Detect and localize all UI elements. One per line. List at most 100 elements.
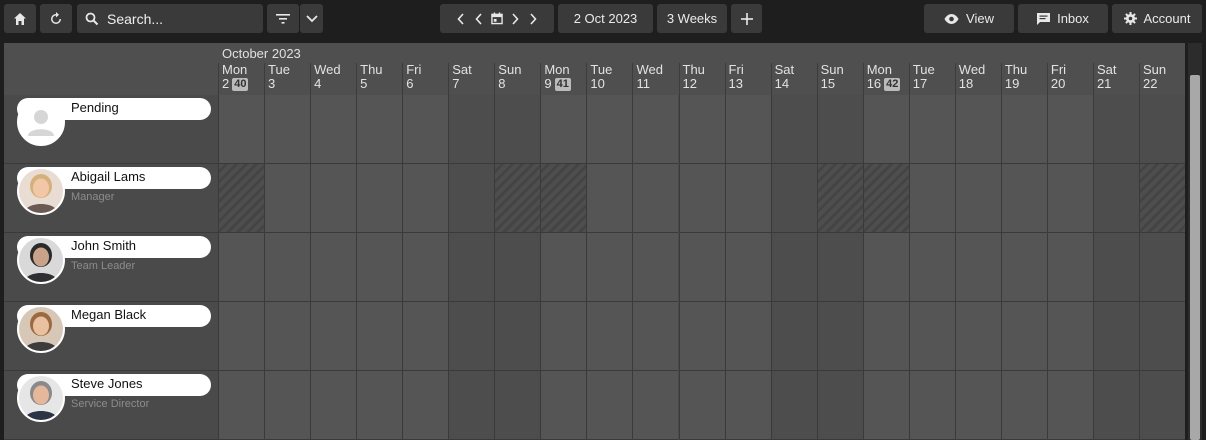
schedule-cell[interactable] [724, 164, 771, 233]
schedule-cell[interactable] [218, 302, 265, 371]
schedule-cell[interactable] [1092, 233, 1139, 302]
schedule-cell[interactable] [1139, 95, 1185, 164]
schedule-cell[interactable] [402, 371, 449, 440]
prev-range-button[interactable] [455, 12, 467, 26]
current-date-button[interactable]: 2 Oct 2023 [558, 4, 653, 33]
schedule-cell[interactable] [678, 371, 725, 440]
schedule-cell[interactable] [402, 302, 449, 371]
schedule-cell[interactable] [494, 95, 541, 164]
schedule-cell[interactable] [1092, 164, 1139, 233]
schedule-cell[interactable] [310, 95, 357, 164]
schedule-cell[interactable] [678, 233, 725, 302]
schedule-cell[interactable] [218, 95, 265, 164]
schedule-cell[interactable] [356, 371, 403, 440]
next-range-button[interactable] [527, 12, 539, 26]
schedule-cell[interactable] [586, 164, 633, 233]
schedule-cell[interactable] [862, 371, 909, 440]
schedule-cell[interactable] [862, 302, 909, 371]
schedule-cell[interactable] [724, 95, 771, 164]
filter-button[interactable] [267, 4, 299, 33]
account-button[interactable]: Account [1112, 4, 1202, 33]
schedule-cell[interactable] [1046, 95, 1093, 164]
schedule-cell[interactable] [1092, 371, 1139, 440]
schedule-cell[interactable] [1046, 164, 1093, 233]
schedule-cell[interactable] [218, 371, 265, 440]
avatar[interactable] [17, 236, 65, 284]
schedule-cell[interactable] [310, 371, 357, 440]
schedule-cell[interactable] [356, 302, 403, 371]
schedule-cell[interactable] [448, 302, 495, 371]
schedule-cell[interactable] [1000, 164, 1047, 233]
schedule-cell[interactable] [586, 233, 633, 302]
schedule-cell[interactable] [540, 302, 587, 371]
schedule-cell[interactable] [678, 164, 725, 233]
filter-dropdown-button[interactable] [300, 4, 323, 33]
range-button[interactable]: 3 Weeks [657, 4, 727, 33]
schedule-cell[interactable] [908, 371, 955, 440]
schedule-cell[interactable] [540, 95, 587, 164]
schedule-cell[interactable] [310, 164, 357, 233]
schedule-cell[interactable] [448, 95, 495, 164]
schedule-cell[interactable] [954, 233, 1001, 302]
schedule-cell[interactable] [448, 233, 495, 302]
schedule-cell[interactable] [1000, 371, 1047, 440]
unavailable-cell[interactable] [540, 164, 587, 233]
schedule-cell[interactable] [540, 233, 587, 302]
schedule-cell[interactable] [632, 302, 679, 371]
schedule-cell[interactable] [356, 233, 403, 302]
schedule-cell[interactable] [1000, 233, 1047, 302]
schedule-cell[interactable] [908, 164, 955, 233]
schedule-cell[interactable] [356, 95, 403, 164]
schedule-cell[interactable] [264, 233, 311, 302]
schedule-cell[interactable] [1000, 302, 1047, 371]
resource-row[interactable]: John Smith Team Leader [4, 233, 218, 302]
schedule-cell[interactable] [632, 164, 679, 233]
home-button[interactable] [4, 4, 36, 33]
schedule-cell[interactable] [632, 95, 679, 164]
schedule-cell[interactable] [678, 302, 725, 371]
inbox-button[interactable]: Inbox [1018, 4, 1108, 33]
schedule-cell[interactable] [1139, 371, 1185, 440]
resource-row[interactable]: Pending [4, 95, 218, 164]
schedule-cell[interactable] [954, 302, 1001, 371]
schedule-cell[interactable] [264, 164, 311, 233]
calendar-picker-button[interactable] [491, 12, 503, 26]
schedule-cell[interactable] [908, 95, 955, 164]
next-day-button[interactable] [509, 12, 521, 26]
schedule-cell[interactable] [1046, 371, 1093, 440]
schedule-cell[interactable] [586, 371, 633, 440]
schedule-cell[interactable] [770, 95, 817, 164]
unavailable-cell[interactable] [1139, 164, 1185, 233]
add-button[interactable] [731, 4, 762, 33]
schedule-cell[interactable] [264, 95, 311, 164]
schedule-cell[interactable] [724, 233, 771, 302]
schedule-cell[interactable] [632, 371, 679, 440]
schedule-cell[interactable] [908, 233, 955, 302]
schedule-cell[interactable] [954, 371, 1001, 440]
schedule-cell[interactable] [816, 371, 863, 440]
unavailable-cell[interactable] [862, 164, 909, 233]
unavailable-cell[interactable] [816, 164, 863, 233]
schedule-cell[interactable] [586, 302, 633, 371]
schedule-cell[interactable] [954, 164, 1001, 233]
schedule-cell[interactable] [770, 371, 817, 440]
vertical-scrollbar[interactable] [1188, 43, 1202, 440]
schedule-cell[interactable] [1139, 233, 1185, 302]
schedule-cell[interactable] [1092, 302, 1139, 371]
resource-row[interactable]: Megan Black [4, 302, 218, 371]
schedule-cell[interactable] [494, 371, 541, 440]
schedule-cell[interactable] [218, 233, 265, 302]
schedule-cell[interactable] [1046, 233, 1093, 302]
resource-row[interactable]: Steve Jones Service Director [4, 371, 218, 440]
unavailable-cell[interactable] [494, 164, 541, 233]
schedule-cell[interactable] [678, 95, 725, 164]
schedule-cell[interactable] [540, 371, 587, 440]
resource-row[interactable]: Abigail Lams Manager [4, 164, 218, 233]
schedule-cell[interactable] [908, 302, 955, 371]
view-button[interactable]: View [924, 4, 1014, 33]
avatar[interactable] [17, 374, 65, 422]
schedule-cell[interactable] [310, 233, 357, 302]
schedule-cell[interactable] [770, 164, 817, 233]
schedule-cell[interactable] [310, 302, 357, 371]
schedule-cell[interactable] [402, 233, 449, 302]
